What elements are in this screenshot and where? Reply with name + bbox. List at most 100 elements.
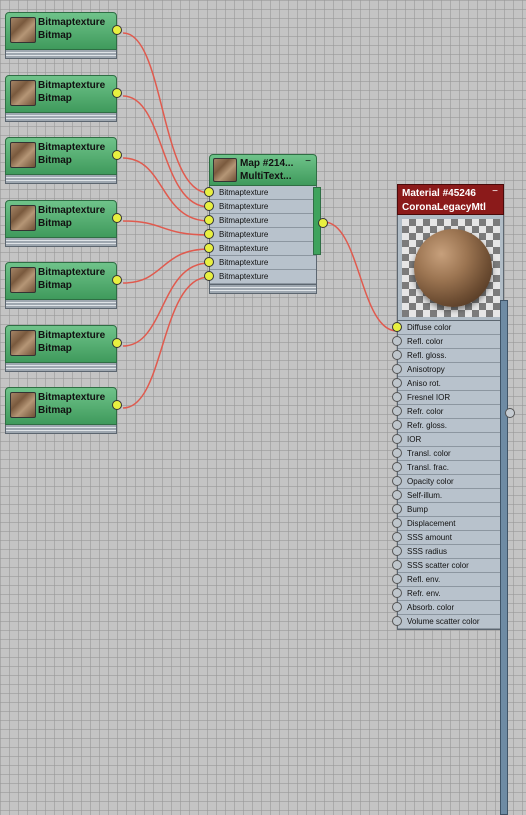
bitmap-node-subtitle: Bitmap	[38, 343, 72, 354]
material-input-slot[interactable]: Refl. env.	[392, 573, 503, 587]
material-input-slot[interactable]: Refl. color	[392, 335, 503, 349]
slot-label: Aniso rot.	[407, 379, 441, 388]
output-socket[interactable]	[112, 88, 122, 98]
material-input-slot[interactable]: Absorb. color	[392, 601, 503, 615]
output-socket[interactable]	[112, 213, 122, 223]
input-slot[interactable]: Bitmaptexture	[204, 214, 316, 228]
input-socket[interactable]	[392, 504, 402, 514]
bitmap-node-header[interactable]: Bitmaptexture Bitmap	[5, 387, 122, 425]
bitmap-node-header[interactable]: Bitmaptexture Bitmap	[5, 75, 122, 113]
input-socket[interactable]	[204, 243, 214, 253]
multitexture-node-header[interactable]: Map #214... MultiText... −	[209, 154, 317, 186]
output-socket[interactable]	[112, 275, 122, 285]
input-socket[interactable]	[204, 257, 214, 267]
bitmap-node[interactable]: Bitmaptexture Bitmap	[5, 137, 122, 184]
material-input-slot[interactable]: IOR	[392, 433, 503, 447]
material-input-slot[interactable]: SSS radius	[392, 545, 503, 559]
material-input-slot[interactable]: Fresnel IOR	[392, 391, 503, 405]
material-input-slot[interactable]: Bump	[392, 503, 503, 517]
input-socket[interactable]	[392, 336, 402, 346]
bitmap-node[interactable]: Bitmaptexture Bitmap	[5, 387, 122, 434]
input-slot[interactable]: Bitmaptexture	[204, 228, 316, 242]
slot-label: Bitmaptexture	[219, 258, 269, 267]
slot-label: Refr. env.	[407, 589, 441, 598]
slot-label: Bitmaptexture	[219, 188, 269, 197]
input-socket[interactable]	[204, 201, 214, 211]
output-socket[interactable]	[112, 25, 122, 35]
material-input-slot[interactable]: Opacity color	[392, 475, 503, 489]
input-socket[interactable]	[392, 574, 402, 584]
bitmap-node[interactable]: Bitmaptexture Bitmap	[5, 262, 122, 309]
input-socket[interactable]	[204, 215, 214, 225]
input-slot[interactable]: Bitmaptexture	[204, 270, 316, 284]
bitmap-node-title: Bitmaptexture	[38, 142, 106, 153]
wire-bitmap-5	[122, 248, 210, 284]
input-socket[interactable]	[392, 616, 402, 626]
input-socket[interactable]	[204, 187, 214, 197]
material-input-slot[interactable]: Transl. frac.	[392, 461, 503, 475]
minimize-button[interactable]: −	[492, 186, 498, 197]
minimize-button[interactable]: −	[305, 156, 311, 167]
slot-label: Refl. env.	[407, 575, 441, 584]
input-socket[interactable]	[392, 392, 402, 402]
input-socket[interactable]	[392, 602, 402, 612]
input-slot[interactable]: Bitmaptexture	[204, 256, 316, 270]
input-socket[interactable]	[392, 448, 402, 458]
input-socket[interactable]	[392, 560, 402, 570]
node-footer	[5, 425, 117, 434]
material-input-slot[interactable]: SSS scatter color	[392, 559, 503, 573]
input-socket[interactable]	[204, 229, 214, 239]
input-socket[interactable]	[392, 532, 402, 542]
material-input-slot[interactable]: Displacement	[392, 517, 503, 531]
input-slot[interactable]: Bitmaptexture	[204, 242, 316, 256]
material-input-slot[interactable]: Self-illum.	[392, 489, 503, 503]
material-input-slot[interactable]: Refr. gloss.	[392, 419, 503, 433]
input-socket[interactable]	[392, 434, 402, 444]
input-socket[interactable]	[392, 350, 402, 360]
material-input-slot[interactable]: Anisotropy	[392, 363, 503, 377]
input-socket[interactable]	[392, 364, 402, 374]
material-node[interactable]: Material #45246 CoronaLegacyMtl − Diffus…	[392, 184, 515, 815]
material-input-slot[interactable]: SSS amount	[392, 531, 503, 545]
input-socket[interactable]	[204, 271, 214, 281]
output-socket[interactable]	[318, 218, 328, 228]
input-socket[interactable]	[392, 588, 402, 598]
input-socket[interactable]	[392, 462, 402, 472]
input-socket[interactable]	[392, 406, 402, 416]
output-socket[interactable]	[505, 408, 515, 418]
input-socket[interactable]	[392, 420, 402, 430]
bitmap-node[interactable]: Bitmaptexture Bitmap	[5, 12, 122, 59]
input-socket[interactable]	[392, 378, 402, 388]
bitmap-node[interactable]: Bitmaptexture Bitmap	[5, 200, 122, 247]
bitmap-node-header[interactable]: Bitmaptexture Bitmap	[5, 325, 122, 363]
output-socket[interactable]	[112, 400, 122, 410]
wire-bitmap-2	[122, 95, 210, 208]
bitmap-node-title: Bitmaptexture	[38, 205, 106, 216]
bitmap-node-header[interactable]: Bitmaptexture Bitmap	[5, 200, 122, 238]
material-input-slot[interactable]: Volume scatter color	[392, 615, 503, 629]
material-input-slot[interactable]: Refr. env.	[392, 587, 503, 601]
output-socket[interactable]	[112, 150, 122, 160]
material-input-slot[interactable]: Refl. gloss.	[392, 349, 503, 363]
material-node-header[interactable]: Material #45246 CoronaLegacyMtl −	[397, 184, 504, 215]
bitmap-node-header[interactable]: Bitmaptexture Bitmap	[5, 262, 122, 300]
slot-label: Opacity color	[407, 477, 454, 486]
material-input-slot[interactable]: Refr. color	[392, 405, 503, 419]
output-socket[interactable]	[112, 338, 122, 348]
bitmap-node[interactable]: Bitmaptexture Bitmap	[5, 75, 122, 122]
bitmap-node-header[interactable]: Bitmaptexture Bitmap	[5, 137, 122, 175]
wire-bitmap-7	[122, 276, 210, 409]
input-socket[interactable]	[392, 490, 402, 500]
bitmap-node-header[interactable]: Bitmaptexture Bitmap	[5, 12, 122, 50]
input-slot[interactable]: Bitmaptexture	[204, 186, 316, 200]
input-socket[interactable]	[392, 518, 402, 528]
input-slot[interactable]: Bitmaptexture	[204, 200, 316, 214]
multitexture-node[interactable]: Map #214... MultiText... − Bitmaptexture…	[204, 154, 328, 294]
bitmap-node[interactable]: Bitmaptexture Bitmap	[5, 325, 122, 372]
material-input-slot[interactable]: Aniso rot.	[392, 377, 503, 391]
input-socket[interactable]	[392, 322, 402, 332]
input-socket[interactable]	[392, 546, 402, 556]
material-input-slot[interactable]: Transl. color	[392, 447, 503, 461]
input-socket[interactable]	[392, 476, 402, 486]
material-input-slot[interactable]: Diffuse color	[392, 321, 503, 335]
